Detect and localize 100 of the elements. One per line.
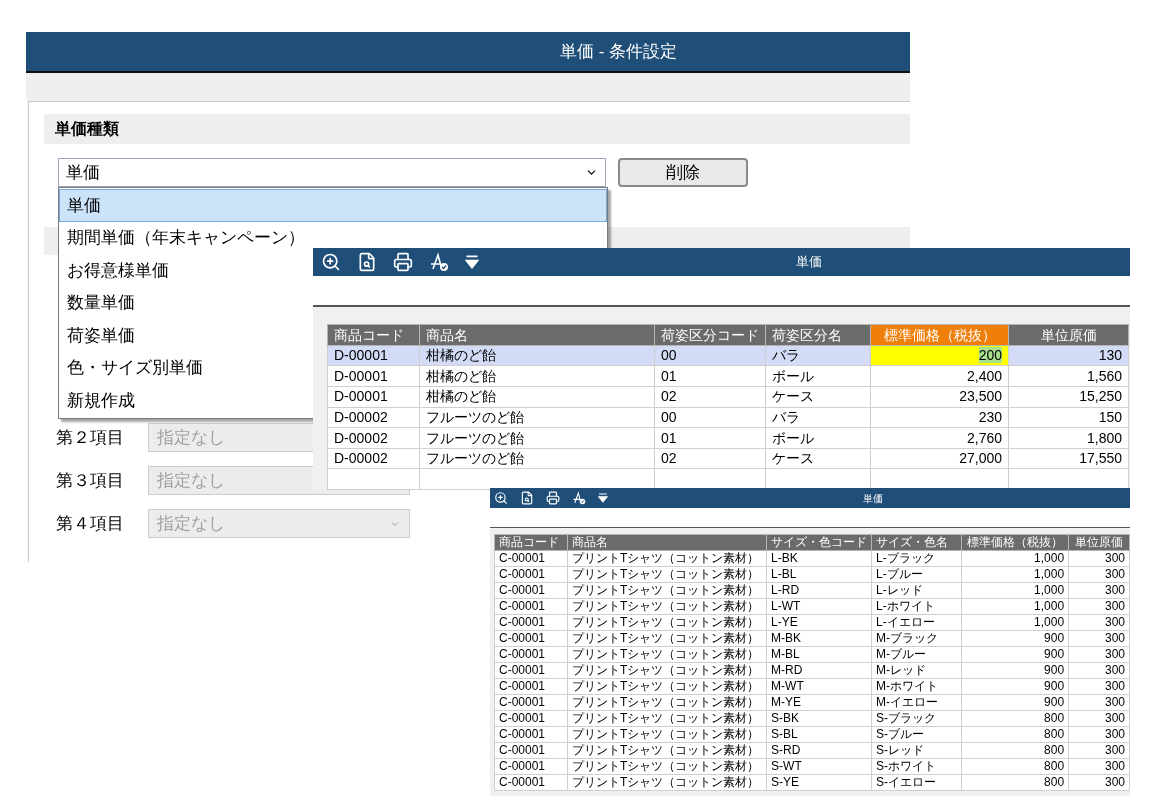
table-cell: 800 [961, 758, 1069, 775]
table-cell: 1,000 [961, 614, 1069, 631]
table-cell: プリントTシャツ（コットン素材） [567, 710, 767, 727]
table-cell: プリントTシャツ（コットン素材） [567, 774, 767, 791]
table-cell: プリントTシャツ（コットン素材） [567, 678, 767, 695]
table-cell: 柑橘のど飴 [419, 345, 655, 366]
table-cell: フルーツのど飴 [419, 427, 655, 449]
table-cell: 300 [1068, 774, 1130, 791]
unit-price-type-select[interactable]: 単価 [58, 158, 606, 187]
table-cell: 900 [961, 646, 1069, 663]
table-cell: プリントTシャツ（コットン素材） [567, 550, 767, 567]
table-cell: C-00001 [494, 646, 568, 663]
table-cell: プリントTシャツ（コットン素材） [567, 726, 767, 743]
zoom-in-icon[interactable] [321, 251, 341, 272]
table-cell: M-イエロー [871, 694, 962, 711]
table-cell: 300 [1068, 630, 1130, 647]
column-header[interactable]: サイズ・色コード [766, 534, 872, 551]
column-header[interactable]: 単位原価 [1068, 534, 1130, 551]
table-cell: M-YE [766, 694, 872, 711]
table-cell: バラ [765, 407, 871, 428]
section-title: 単価種類 [55, 119, 119, 139]
table-cell: 300 [1068, 662, 1130, 679]
column-header[interactable]: 商品コード [494, 534, 568, 551]
pdf-check-icon[interactable] [572, 491, 586, 505]
column-header[interactable]: 単位原価 [1008, 324, 1129, 346]
table-cell: S-YE [766, 774, 872, 791]
table-cell: M-WT [766, 678, 872, 695]
column-header[interactable]: 商品名 [419, 324, 655, 346]
table-cell: 900 [961, 678, 1069, 695]
table-cell: D-00001 [327, 365, 420, 387]
table-cell: 300 [1068, 614, 1130, 631]
table-cell: C-00001 [494, 694, 568, 711]
table-cell: M-BL [766, 646, 872, 663]
table-cell: C-00001 [494, 678, 568, 695]
table-cell: 2,400 [870, 365, 1009, 387]
table-cell: D-00001 [327, 345, 420, 366]
table-cell: プリントTシャツ（コットン素材） [567, 582, 767, 599]
table-cell: 00 [654, 345, 766, 366]
print-icon[interactable] [393, 251, 413, 272]
table-cell: プリントTシャツ（コットン素材） [567, 598, 767, 615]
table-cell: 800 [961, 774, 1069, 791]
pdf-check-icon[interactable] [429, 251, 449, 272]
table-cell: ケース [765, 386, 871, 408]
column-header[interactable]: 荷姿区分コード [654, 324, 766, 346]
table-cell: 800 [961, 726, 1069, 743]
table-cell: プリントTシャツ（コットン素材） [567, 614, 767, 631]
table-cell: S-レッド [871, 742, 962, 759]
table-cell: フルーツのど飴 [419, 448, 655, 469]
dropdown-option[interactable]: 単価 [59, 189, 607, 222]
table-cell: ケース [765, 448, 871, 469]
table-cell: L-ブルー [871, 566, 962, 583]
print-icon[interactable] [546, 491, 560, 505]
table-cell: 1,000 [961, 598, 1069, 615]
table-cell: 15,250 [1008, 386, 1129, 408]
table-cell: C-00001 [494, 726, 568, 743]
document-search-icon[interactable] [520, 491, 534, 505]
table-cell: 1,000 [961, 582, 1069, 599]
table-cell: 1,800 [1008, 427, 1129, 449]
table-cell: 300 [1068, 598, 1130, 615]
table-cell: 300 [1068, 550, 1130, 567]
table-cell: プリントTシャツ（コットン素材） [567, 758, 767, 775]
delete-button[interactable]: 削除 [618, 158, 748, 187]
zoom-in-icon[interactable] [494, 491, 508, 505]
table-cell: L-イエロー [871, 614, 962, 631]
window-title: 単価 [862, 491, 883, 506]
field-label: 第４項目 [56, 512, 125, 535]
table-cell: 300 [1068, 758, 1130, 775]
table-cell: バラ [765, 345, 871, 366]
table-cell: M-RD [766, 662, 872, 679]
column-header[interactable]: 標準価格（税抜） [961, 534, 1069, 551]
table-cell: 柑橘のど飴 [419, 386, 655, 408]
table-cell: 02 [654, 386, 766, 408]
table-cell: S-BK [766, 710, 872, 727]
column-header[interactable]: 標準価格（税抜） [870, 324, 1009, 346]
table-cell: C-00001 [494, 662, 568, 679]
table-cell: 27,000 [870, 448, 1009, 469]
table-cell: 17,550 [1008, 448, 1129, 469]
table-cell: C-00001 [494, 582, 568, 599]
table-cell: L-ブラック [871, 550, 962, 567]
table-cell: S-ブラック [871, 710, 962, 727]
column-header[interactable]: 商品名 [567, 534, 767, 551]
table-cell: フルーツのど飴 [419, 407, 655, 428]
dropdown-icon[interactable] [465, 254, 479, 269]
document-search-icon[interactable] [357, 251, 377, 272]
table-cell: D-00002 [327, 407, 420, 428]
table-cell: プリントTシャツ（コットン素材） [567, 662, 767, 679]
table-cell: D-00002 [327, 427, 420, 449]
table-cell: L-RD [766, 582, 872, 599]
table-cell: 23,500 [870, 386, 1009, 408]
table-cell: 300 [1068, 710, 1130, 727]
table-cell: 300 [1068, 742, 1130, 759]
dropdown-icon[interactable] [598, 493, 608, 503]
table-cell: L-WT [766, 598, 872, 615]
column-header[interactable]: 商品コード [327, 324, 420, 346]
column-header[interactable]: 荷姿区分名 [765, 324, 871, 346]
table-cell: M-ブルー [871, 646, 962, 663]
column-header[interactable]: サイズ・色名 [871, 534, 962, 551]
table-cell: プリントTシャツ（コットン素材） [567, 630, 767, 647]
table-cell: L-レッド [871, 582, 962, 599]
table-cell: C-00001 [494, 630, 568, 647]
